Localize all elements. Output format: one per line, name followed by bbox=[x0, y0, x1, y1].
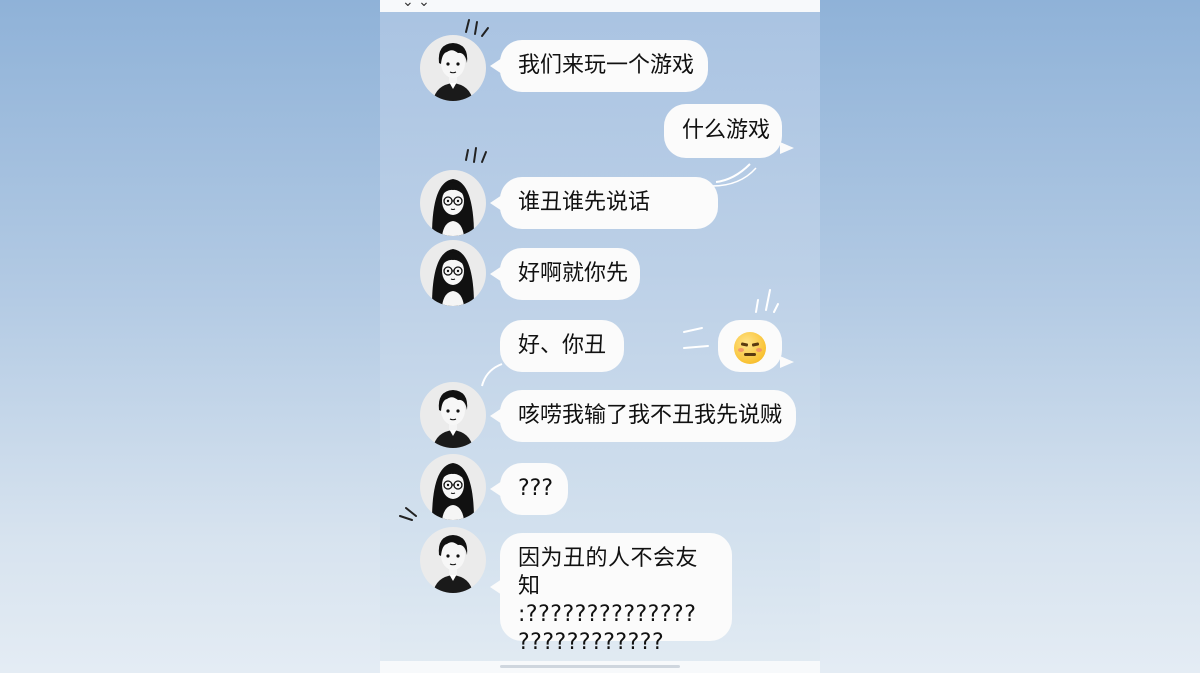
sparkle-lines-icon bbox=[755, 289, 779, 313]
home-indicator[interactable] bbox=[500, 665, 680, 668]
boy-avatar-icon[interactable] bbox=[420, 527, 486, 593]
sparkle-lines-icon bbox=[465, 147, 487, 163]
annoyed-face-emoji-icon bbox=[734, 332, 766, 364]
sparkle-lines-icon bbox=[683, 327, 709, 349]
swoosh-lines-icon bbox=[711, 163, 757, 187]
my-emoji-bubble[interactable] bbox=[718, 320, 794, 372]
message-bubble[interactable]: 好啊就你先 bbox=[490, 248, 640, 300]
girl-glasses-avatar-icon[interactable] bbox=[420, 454, 486, 520]
girl-glasses-avatar-icon[interactable] bbox=[420, 170, 486, 236]
bottom-bar bbox=[380, 661, 820, 673]
message-bubble[interactable]: 咳唠我输了我不丑我先说贼 bbox=[490, 390, 796, 442]
message-line: ???????????? bbox=[518, 630, 665, 655]
message-bubble[interactable]: ??? bbox=[490, 463, 568, 515]
chat-screen: ⌄ ⌄ 我们来玩一个游戏 什么游戏 谁丑谁先说话 好啊就你先 好、你丑 咳唠我输… bbox=[380, 0, 820, 673]
message-text: 好、你丑 bbox=[518, 333, 607, 358]
message-line: 因为丑的人不会友知 bbox=[518, 546, 699, 599]
message-line: :?????????????? bbox=[518, 602, 697, 627]
sparkle-lines-icon bbox=[465, 19, 489, 37]
girl-glasses-avatar-icon[interactable] bbox=[420, 240, 486, 306]
top-bar-glyph: ⌄ ⌄ bbox=[402, 0, 430, 10]
message-text: ??? bbox=[518, 476, 554, 501]
top-bar: ⌄ ⌄ bbox=[380, 0, 820, 12]
message-text: 什么游戏 bbox=[682, 118, 771, 143]
sparkle-lines-icon bbox=[399, 507, 417, 521]
message-bubble[interactable]: 因为丑的人不会友知 :?????????????? ???????????? bbox=[490, 533, 732, 655]
my-message-bubble[interactable]: 好、你丑 bbox=[500, 320, 624, 372]
message-text: 我们来玩一个游戏 bbox=[518, 53, 695, 78]
message-text: 咳唠我输了我不丑我先说贼 bbox=[518, 403, 783, 428]
boy-avatar-icon[interactable] bbox=[420, 35, 486, 101]
swoosh-lines-icon bbox=[481, 363, 503, 387]
boy-avatar-icon[interactable] bbox=[420, 382, 486, 448]
message-text: 谁丑谁先说话 bbox=[518, 190, 651, 215]
my-message-bubble[interactable]: 什么游戏 bbox=[664, 104, 794, 158]
message-bubble[interactable]: 我们来玩一个游戏 bbox=[490, 40, 708, 92]
message-text: 好啊就你先 bbox=[518, 261, 629, 286]
message-bubble[interactable]: 谁丑谁先说话 bbox=[490, 177, 718, 229]
